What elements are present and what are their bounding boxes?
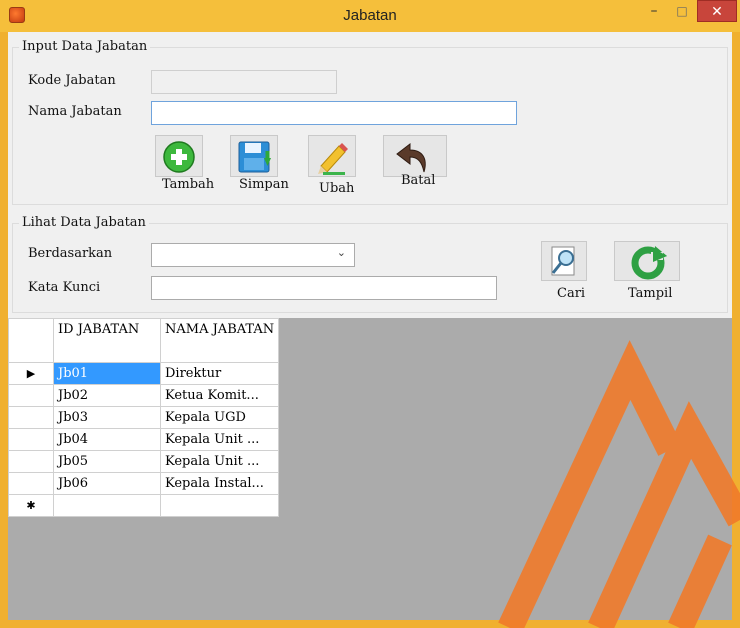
cell-nama[interactable]: Kepala Instal... (159, 472, 280, 495)
nama-jabatan-label: Nama Jabatan (28, 104, 122, 119)
close-button[interactable]: ✕ (697, 0, 737, 22)
kode-jabatan-field[interactable] (151, 70, 337, 94)
cell-nama[interactable]: Kepala Unit ... (159, 428, 280, 451)
ubah-label: Ubah (319, 181, 355, 196)
cell-nama[interactable] (159, 494, 280, 517)
kata-kunci-field[interactable] (151, 276, 497, 300)
save-icon (238, 141, 271, 173)
table-row[interactable]: Jb06 Kepala Instal... (8, 472, 280, 495)
tambah-label: Tambah (162, 177, 215, 192)
cell-id[interactable]: Jb06 (53, 472, 161, 495)
refresh-icon (631, 246, 667, 280)
watermark (498, 340, 740, 628)
table-row[interactable]: Jb03 Kepala UGD (8, 406, 280, 429)
table-row[interactable]: ▶ Jb01 Direktur (8, 362, 280, 385)
add-icon (163, 141, 195, 173)
batal-button[interactable] (383, 135, 447, 177)
table-header-row: ID JABATAN NAMA JABATAN (8, 318, 280, 363)
row-header[interactable] (8, 406, 54, 429)
berdasarkan-label: Berdasarkan (28, 246, 113, 261)
cell-id[interactable]: Jb05 (53, 450, 161, 473)
current-row-marker[interactable]: ▶ (8, 362, 54, 385)
cell-nama[interactable]: Direktur (159, 362, 280, 385)
window-title: Jabatan (343, 7, 397, 24)
ubah-button[interactable] (308, 135, 356, 177)
table-row[interactable]: Jb02 Ketua Komit... (8, 384, 280, 407)
tampil-button[interactable] (614, 241, 680, 281)
row-header[interactable] (8, 472, 54, 495)
cell-nama[interactable]: Kepala Unit ... (159, 450, 280, 473)
column-header-id[interactable]: ID JABATAN (53, 318, 161, 363)
input-group-legend: Input Data Jabatan (19, 39, 151, 54)
tambah-button[interactable] (155, 135, 203, 177)
search-magnifier-icon (551, 246, 575, 276)
row-header-corner (8, 318, 54, 363)
table-row[interactable]: Jb04 Kepala Unit ... (8, 428, 280, 451)
kode-jabatan-label: Kode Jabatan (28, 73, 116, 88)
row-header[interactable] (8, 428, 54, 451)
cell-id[interactable]: Jb02 (53, 384, 161, 407)
cell-id[interactable]: Jb03 (53, 406, 161, 429)
cari-label: Cari (557, 286, 586, 301)
cell-nama[interactable]: Kepala UGD (159, 406, 280, 429)
new-row-marker[interactable]: ✱ (8, 494, 54, 517)
input-data-group: Input Data Jabatan Kode Jabatan Nama Jab… (12, 39, 728, 205)
jabatan-table: ID JABATAN NAMA JABATAN ▶ Jb01 Direktur … (8, 318, 280, 517)
edit-pencil-icon (318, 143, 348, 175)
cell-id[interactable]: Jb01 (53, 362, 161, 385)
chevron-down-icon: ⌄ (336, 246, 346, 259)
simpan-button[interactable] (230, 135, 278, 177)
berdasarkan-dropdown[interactable]: ⌄ (151, 243, 355, 267)
simpan-label: Simpan (239, 177, 289, 192)
maximize-button[interactable]: □ (668, 0, 696, 22)
lihat-group-legend: Lihat Data Jabatan (19, 215, 149, 230)
table-row[interactable]: Jb05 Kepala Unit ... (8, 450, 280, 473)
minimize-button[interactable]: – (640, 0, 668, 22)
tampil-label: Tampil (628, 286, 673, 301)
row-header[interactable] (8, 384, 54, 407)
batal-label: Batal (401, 173, 436, 188)
lihat-data-group: Lihat Data Jabatan Berdasarkan ⌄ Kata Ku… (12, 215, 728, 313)
cell-nama[interactable]: Ketua Komit... (159, 384, 280, 407)
cell-id[interactable] (53, 494, 161, 517)
window: Jabatan – □ ✕ Input Data Jabatan Kode Ja… (0, 0, 740, 628)
cari-button[interactable] (541, 241, 587, 281)
title-bar[interactable]: Jabatan – □ ✕ (0, 0, 740, 32)
cell-id[interactable]: Jb04 (53, 428, 161, 451)
new-row[interactable]: ✱ (8, 494, 280, 517)
kata-kunci-label: Kata Kunci (28, 280, 101, 295)
column-header-nama[interactable]: NAMA JABATAN (159, 318, 280, 363)
row-header[interactable] (8, 450, 54, 473)
nama-jabatan-field[interactable] (151, 101, 517, 125)
undo-arrow-icon (396, 142, 426, 173)
